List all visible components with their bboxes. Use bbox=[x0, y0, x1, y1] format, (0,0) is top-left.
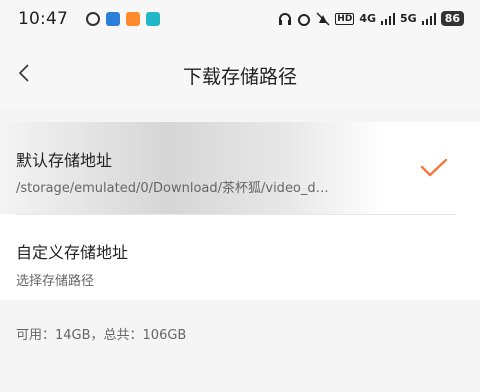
signal-5g: 5G bbox=[400, 12, 417, 25]
app-notification-icon bbox=[126, 12, 140, 26]
signal-bars-icon bbox=[381, 12, 395, 25]
signal-4g: 4G bbox=[359, 12, 376, 25]
option-custom-storage[interactable]: 自定义存储地址 选择存储路径 bbox=[0, 215, 480, 300]
signal-bars-icon bbox=[421, 12, 436, 25]
option-subtitle: 选择存储路径 bbox=[16, 274, 95, 289]
status-bar: 10:47 HD 4G 5G 86 bbox=[0, 0, 480, 40]
page-title: 下载存储路径 bbox=[182, 66, 297, 88]
nav-bar: 下载存储路径 bbox=[0, 40, 480, 108]
battery-indicator: 86 bbox=[440, 11, 464, 26]
hd-icon: HD bbox=[335, 12, 355, 25]
option-title: 默认存储地址 bbox=[16, 151, 113, 170]
storage-info: 可用：14GB，总共：106GB bbox=[16, 328, 187, 343]
headphones-icon bbox=[279, 12, 292, 25]
alarm-icon bbox=[298, 13, 311, 26]
system-status: HD 4G 5G 86 bbox=[278, 11, 464, 26]
close-circle-icon bbox=[86, 12, 100, 26]
option-default-storage[interactable]: 默认存储地址 /storage/emulated/0/Download/茶杯狐/… bbox=[0, 122, 480, 214]
app-notification-icon bbox=[106, 12, 120, 26]
app-notification-icon bbox=[146, 12, 160, 26]
mute-icon bbox=[316, 11, 330, 26]
option-path: /storage/emulated/0/Download/茶杯狐/video_d… bbox=[16, 181, 329, 196]
checkmark-icon bbox=[420, 158, 448, 177]
storage-options-card: 默认存储地址 /storage/emulated/0/Download/茶杯狐/… bbox=[0, 122, 480, 300]
notification-icons bbox=[86, 12, 160, 26]
option-title: 自定义存储地址 bbox=[16, 243, 129, 262]
status-time: 10:47 bbox=[18, 9, 68, 29]
